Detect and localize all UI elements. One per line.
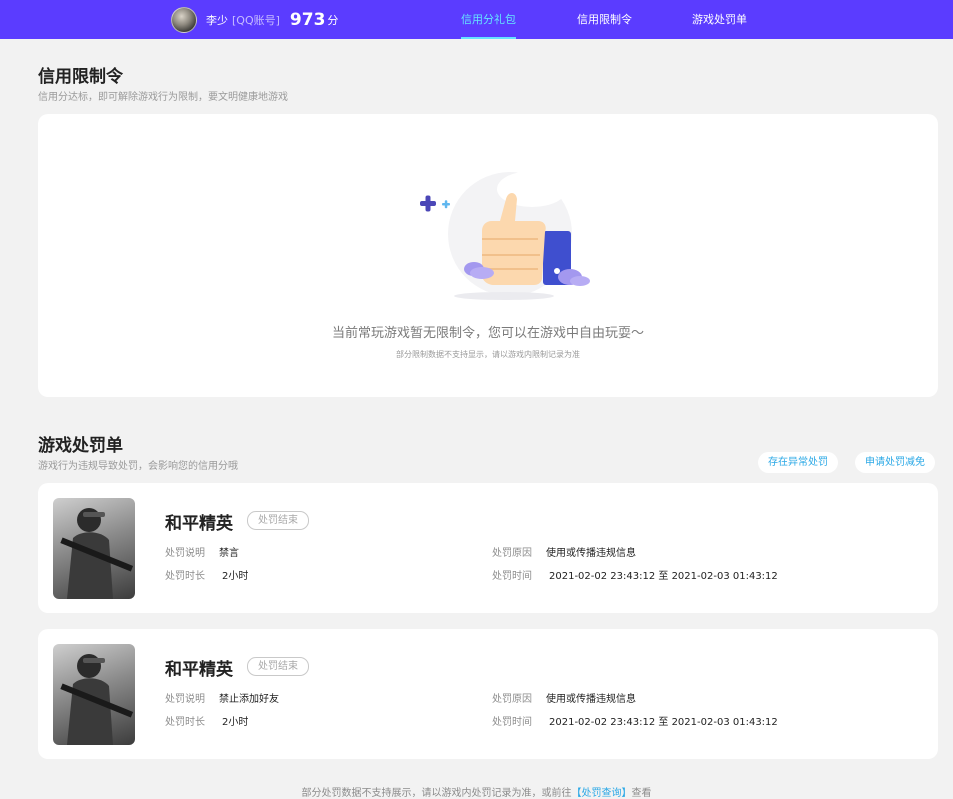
status-badge: 处罚结束 <box>247 511 309 530</box>
time-value: 2021-02-02 23:43:12 至 2021-02-03 01:43:1… <box>549 717 778 728</box>
game-cover-image <box>53 498 135 599</box>
thumbs-up-icon <box>420 171 590 300</box>
user-avatar-icon[interactable] <box>171 7 197 33</box>
desc-value: 禁止添加好友 <box>219 694 279 705</box>
tab-credit-restriction[interactable]: 信用限制令 <box>577 0 632 39</box>
tab-credit-gift[interactable]: 信用分礼包 <box>461 0 516 39</box>
credit-score-unit: 分 <box>327 14 339 27</box>
credit-score: 973 <box>289 10 326 30</box>
desc-label: 处罚说明 <box>165 694 205 705</box>
reason-label: 处罚原因 <box>492 694 532 705</box>
time-label: 处罚时间 <box>492 571 532 582</box>
footer-prefix: 部分处罚数据不支持展示，请以游戏内处罚记录为准，或前往 <box>301 788 572 799</box>
abnormal-penalty-button[interactable]: 存在异常处罚 <box>758 452 838 473</box>
duration-value: 2小时 <box>222 717 249 728</box>
footer-suffix: 查看 <box>631 788 652 799</box>
desc-label: 处罚说明 <box>165 548 205 559</box>
time-label: 处罚时间 <box>492 717 532 728</box>
penalty-query-link[interactable]: 【处罚查询】 <box>572 788 632 799</box>
penalty-card[interactable]: 和平精英 处罚结束 处罚说明 禁言 处罚时长 2小时 处罚原因 使用或传播违规信… <box>38 483 938 613</box>
tab-game-penalty[interactable]: 游戏处罚单 <box>692 0 747 39</box>
restriction-subtitle: 信用分达标，即可解除游戏行为限制，要文明健康地游戏 <box>38 92 288 103</box>
empty-state-text: 当前常玩游戏暂无限制令，您可以在游戏中自由玩耍～ <box>331 326 644 341</box>
account-type: [QQ账号] <box>232 14 280 27</box>
desc-value: 禁言 <box>219 548 239 559</box>
restriction-panel: 当前常玩游戏暂无限制令，您可以在游戏中自由玩耍～ 部分限制数据不支持显示，请以游… <box>38 114 938 397</box>
penalty-title: 游戏处罚单 <box>38 436 123 456</box>
duration-label: 处罚时长 <box>165 717 205 728</box>
reason-value: 使用或传播违规信息 <box>546 694 636 705</box>
game-name: 和平精英 <box>165 660 233 680</box>
status-badge: 处罚结束 <box>247 657 309 676</box>
penalty-card[interactable]: 和平精英 处罚结束 处罚说明 禁止添加好友 处罚时长 2小时 处罚原因 使用或传… <box>38 629 938 759</box>
username: 李少 <box>206 14 228 27</box>
restriction-title: 信用限制令 <box>38 67 123 87</box>
game-name: 和平精英 <box>165 514 233 534</box>
reason-label: 处罚原因 <box>492 548 532 559</box>
appeal-penalty-button[interactable]: 申请处罚减免 <box>855 452 935 473</box>
duration-value: 2小时 <box>222 571 249 582</box>
time-value: 2021-02-02 23:43:12 至 2021-02-03 01:43:1… <box>549 571 778 582</box>
empty-state-note: 部分限制数据不支持显示，请以游戏内限制记录为准 <box>396 350 580 359</box>
penalty-subtitle: 游戏行为违规导致处罚，会影响您的信用分哦 <box>38 461 238 472</box>
user-info: 李少 [QQ账号] 973 分 <box>171 7 338 33</box>
duration-label: 处罚时长 <box>165 571 205 582</box>
reason-value: 使用或传播违规信息 <box>546 548 636 559</box>
top-header: 李少 [QQ账号] 973 分 信用分礼包 信用限制令 游戏处罚单 <box>0 0 953 39</box>
game-cover-image <box>53 644 135 745</box>
